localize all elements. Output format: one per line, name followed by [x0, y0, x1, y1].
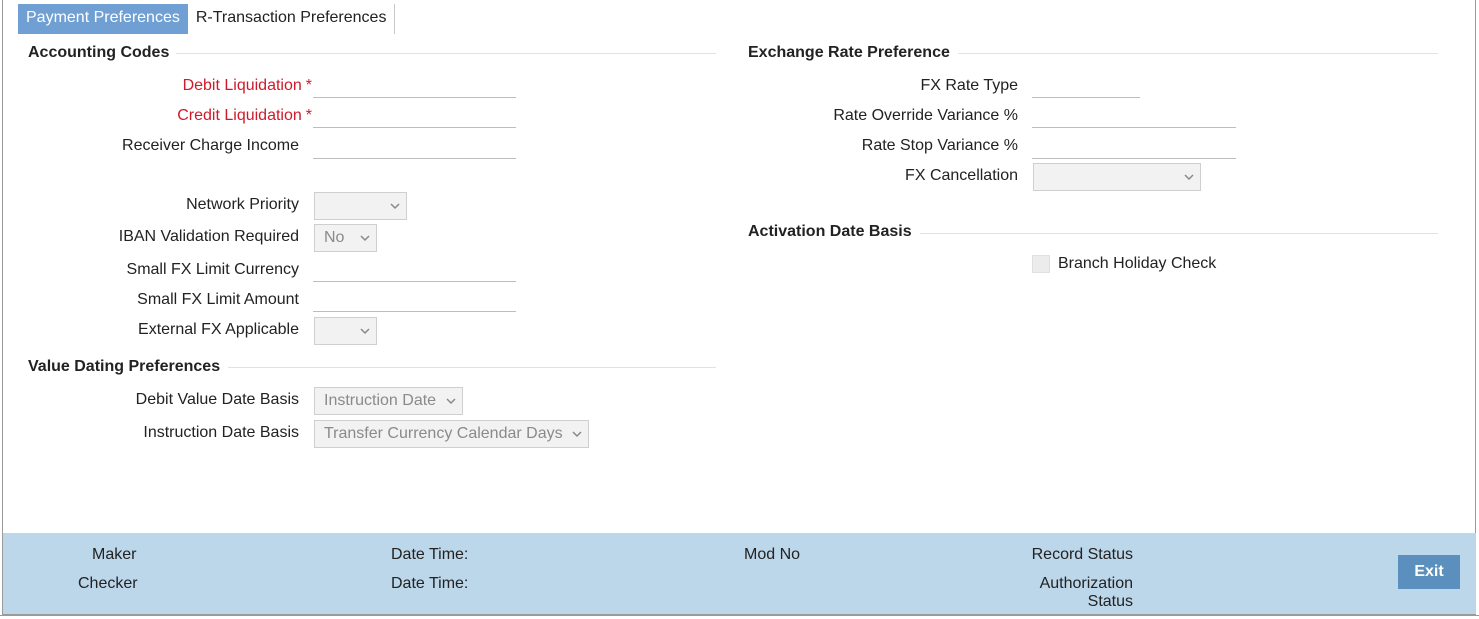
tab-r-transaction-preferences[interactable]: R-Transaction Preferences: [187, 4, 395, 34]
receiver-charge-income-input[interactable]: [313, 133, 516, 159]
bottom-border: [0, 615, 1479, 616]
tab-bar: Payment Preferences R-Transaction Prefer…: [18, 4, 396, 34]
debit-liquidation-label: Debit Liquidation *: [182, 77, 312, 94]
exit-button[interactable]: Exit: [1398, 555, 1460, 589]
record-status-label: Record Status: [1031, 546, 1133, 563]
rate-stop-variance-input[interactable]: [1032, 133, 1236, 159]
fx-rate-type-label: FX Rate Type: [920, 77, 1018, 94]
chevron-down-icon: [390, 202, 400, 210]
iban-validation-required-label: IBAN Validation Required: [118, 228, 299, 245]
accounting-codes-rule: [176, 53, 716, 54]
instruction-date-basis-value: Transfer Currency Calendar Days: [324, 425, 563, 442]
chevron-down-icon: [446, 397, 456, 405]
debit-value-date-basis-label: Debit Value Date Basis: [135, 391, 299, 408]
iban-validation-required-value: No: [324, 229, 345, 246]
chevron-down-icon: [360, 234, 370, 242]
receiver-charge-income-label: Receiver Charge Income: [122, 137, 299, 154]
exchange-rate-rule: [958, 53, 1438, 54]
fx-cancellation-select[interactable]: [1033, 163, 1201, 191]
authorization-status-label-line1: Authorization: [1039, 575, 1133, 592]
branch-holiday-check-label: Branch Holiday Check: [1058, 255, 1217, 272]
instruction-date-basis-label: Instruction Date Basis: [143, 424, 299, 441]
chevron-down-icon: [1184, 173, 1194, 181]
accounting-codes-title: Accounting Codes: [28, 44, 170, 61]
activation-date-basis-title: Activation Date Basis: [748, 223, 912, 240]
tab-payment-preferences[interactable]: Payment Preferences: [18, 4, 188, 34]
mod-no-label: Mod No: [744, 546, 801, 563]
instruction-date-basis-select[interactable]: Transfer Currency Calendar Days: [314, 420, 589, 448]
small-fx-limit-amount-input[interactable]: [313, 286, 516, 312]
external-fx-applicable-select[interactable]: [314, 317, 377, 345]
activation-date-rule: [920, 233, 1438, 234]
external-fx-applicable-label: External FX Applicable: [138, 321, 299, 338]
chevron-down-icon: [572, 430, 582, 438]
checker-date-time-label: Date Time:: [391, 575, 469, 592]
fx-rate-type-input[interactable]: [1032, 72, 1140, 98]
small-fx-limit-currency-input[interactable]: [313, 256, 516, 282]
credit-liquidation-label: Credit Liquidation *: [177, 107, 312, 124]
chevron-down-icon: [360, 327, 370, 335]
rate-override-variance-label: Rate Override Variance %: [833, 107, 1018, 124]
maker-date-time-label: Date Time:: [391, 546, 469, 563]
fx-cancellation-label: FX Cancellation: [905, 167, 1018, 184]
rate-override-variance-input[interactable]: [1032, 102, 1236, 128]
network-priority-label: Network Priority: [186, 196, 299, 213]
network-priority-select[interactable]: [314, 192, 407, 220]
checker-label: Checker: [78, 575, 138, 592]
rate-stop-variance-label: Rate Stop Variance %: [861, 137, 1018, 154]
branch-holiday-check-checkbox[interactable]: [1032, 255, 1050, 273]
credit-liquidation-input[interactable]: [313, 102, 516, 128]
iban-validation-required-select[interactable]: No: [314, 224, 377, 252]
authorization-status-label-line2: Status: [1087, 593, 1133, 610]
debit-value-date-basis-select[interactable]: Instruction Date: [314, 387, 463, 415]
small-fx-limit-amount-label: Small FX Limit Amount: [137, 291, 299, 308]
maker-label: Maker: [92, 546, 137, 563]
required-mark: *: [305, 107, 312, 124]
required-mark: *: [305, 77, 312, 94]
value-dating-rule: [228, 367, 716, 368]
small-fx-limit-currency-label: Small FX Limit Currency: [126, 261, 299, 278]
debit-liquidation-input[interactable]: [313, 72, 516, 98]
exchange-rate-preference-title: Exchange Rate Preference: [748, 44, 950, 61]
debit-value-date-basis-value: Instruction Date: [324, 392, 437, 409]
value-dating-preferences-title: Value Dating Preferences: [28, 358, 221, 375]
audit-footer: Maker Checker Date Time: Date Time: Mod …: [3, 533, 1476, 614]
